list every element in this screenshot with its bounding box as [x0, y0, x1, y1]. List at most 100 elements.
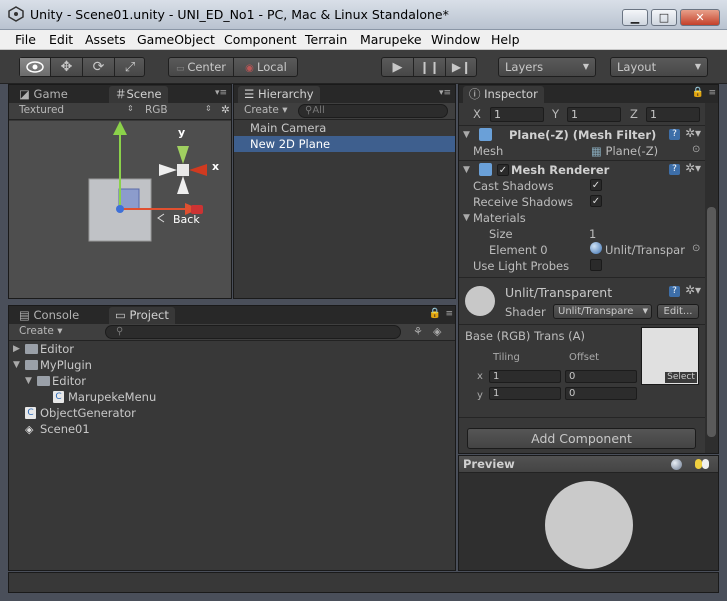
lock-icon[interactable]: 🔒 — [692, 87, 704, 98]
layout-dropdown[interactable]: Layout ▼ — [610, 57, 708, 77]
cast-shadows-checkbox[interactable]: ✓ — [590, 179, 602, 191]
sun-icon[interactable]: ✲ — [221, 104, 230, 116]
filter-label-icon[interactable]: ◈ — [433, 325, 441, 338]
mesh-icon: ▦ — [591, 144, 606, 158]
texture-slot[interactable]: Select — [641, 327, 699, 385]
menu-component[interactable]: Component — [224, 32, 297, 47]
list-item[interactable]: C ObjectGenerator — [9, 405, 309, 421]
scale-tool-button[interactable]: ⤢ — [115, 58, 145, 76]
orientation-gizmo-center[interactable] — [177, 164, 189, 176]
help-icon[interactable]: ? — [669, 286, 680, 297]
menu-edit[interactable]: Edit — [49, 32, 73, 47]
chevron-down-icon[interactable]: ▼ — [463, 213, 470, 223]
scrollbar-thumb[interactable] — [707, 207, 716, 437]
list-item[interactable]: C MarupekeMenu — [9, 389, 309, 405]
panel-menu-icon[interactable]: ▾≡ — [439, 88, 451, 98]
add-component-button[interactable]: Add Component — [467, 428, 696, 449]
hierarchy-item-selected[interactable]: New 2D Plane — [234, 136, 455, 152]
light-bulb-icon[interactable] — [702, 459, 709, 469]
pivot-center-button[interactable]: ▭ Center — [169, 58, 234, 76]
gear-icon[interactable]: ✲▾ — [685, 161, 701, 175]
panel-menu-icon[interactable]: ≡ — [708, 88, 716, 98]
tab-hierarchy[interactable]: ☰ Hierarchy — [238, 86, 320, 103]
gizmo-x-cone[interactable] — [189, 164, 207, 176]
scale-x-input[interactable]: 1 — [490, 107, 544, 122]
tiling-x-input[interactable]: 1 — [489, 370, 561, 383]
csharp-script-icon: C — [53, 391, 64, 403]
tab-game[interactable]: ◪ Game — [13, 86, 74, 103]
title-bar: Unity - Scene01.unity - UNI_ED_No1 - PC,… — [0, 0, 727, 30]
step-button[interactable]: ▶❙ — [446, 58, 477, 76]
list-item[interactable]: ◈ Scene01 — [9, 421, 309, 437]
panel-menu-icon[interactable]: ▾≡ — [215, 88, 227, 98]
chevron-down-icon[interactable]: ▼ — [463, 165, 470, 175]
menu-window[interactable]: Window — [431, 32, 480, 47]
play-button[interactable]: ▶ — [382, 58, 414, 76]
list-item[interactable]: ▶ Editor — [9, 341, 309, 357]
menu-help[interactable]: Help — [491, 32, 520, 47]
texture-select-button[interactable]: Select — [665, 372, 697, 383]
scale-z-input[interactable]: 1 — [646, 107, 700, 122]
inspector-scrollbar[interactable] — [705, 103, 718, 453]
menu-gameobject[interactable]: GameObject — [137, 32, 215, 47]
preview-viewport[interactable] — [459, 473, 718, 570]
maximize-button[interactable]: □ — [651, 9, 677, 26]
help-icon[interactable]: ? — [669, 129, 680, 140]
offset-y-input[interactable]: 0 — [565, 387, 637, 400]
offset-x-input[interactable]: 0 — [565, 370, 637, 383]
tab-project[interactable]: ▭ Project — [109, 307, 175, 324]
move-tool-button[interactable]: ✥ — [51, 58, 83, 76]
render-mode-dropdown[interactable]: Textured — [19, 104, 64, 116]
gear-icon[interactable]: ✲▾ — [685, 126, 701, 140]
preview-sphere-icon[interactable] — [671, 459, 682, 470]
pause-button[interactable]: ❙❙ — [414, 58, 446, 76]
gizmo-back-label[interactable]: Back — [173, 213, 200, 226]
help-icon[interactable]: ? — [669, 164, 680, 175]
scene-viewport[interactable]: y x Back — [9, 121, 231, 298]
tab-inspector[interactable]: ⓘ Inspector — [463, 86, 544, 103]
panel-menu-icon[interactable]: ≡ — [445, 309, 453, 319]
project-create-button[interactable]: Create ▾ — [19, 325, 63, 337]
menu-marupeke[interactable]: Marupeke — [360, 32, 422, 47]
shader-dropdown[interactable]: Unlit/Transpare ▼ — [553, 304, 652, 319]
chevron-down-icon[interactable]: ▼ — [463, 130, 470, 140]
channel-dropdown[interactable]: RGB — [145, 104, 168, 116]
project-search-input[interactable]: ⚲ — [105, 325, 401, 339]
shader-edit-button[interactable]: Edit... — [657, 304, 699, 319]
scale-y-input[interactable]: 1 — [567, 107, 621, 122]
gizmo-down-cone[interactable] — [177, 176, 189, 194]
gear-icon[interactable]: ✲▾ — [685, 283, 701, 297]
layers-dropdown[interactable]: Layers ▼ — [498, 57, 596, 77]
menu-assets[interactable]: Assets — [85, 32, 126, 47]
menu-terrain[interactable]: Terrain — [305, 32, 347, 47]
object-picker-icon[interactable]: ⊙ — [692, 243, 700, 254]
receive-shadows-checkbox[interactable]: ✓ — [590, 195, 602, 207]
mesh-renderer-enabled-checkbox[interactable]: ✓ — [497, 164, 509, 176]
light-probes-checkbox[interactable] — [590, 259, 602, 271]
tab-scene[interactable]: ＃Scene — [109, 86, 168, 103]
mesh-field[interactable]: ▦ Plane(-Z) — [591, 144, 658, 158]
minimize-button[interactable]: ▁ — [622, 9, 648, 26]
hierarchy-item[interactable]: Main Camera — [234, 120, 455, 136]
scene-panel: ◪ Game ＃Scene ▾≡ Textured ⇕ RGB ⇕ ✲ y x — [8, 84, 232, 299]
rotate-tool-button[interactable]: ⟳ — [83, 58, 115, 76]
hierarchy-create-button[interactable]: Create ▾ — [244, 104, 288, 116]
tab-console[interactable]: ▤ Console — [13, 307, 85, 324]
list-item[interactable]: ▼ Editor — [9, 373, 309, 389]
object-picker-icon[interactable]: ⊙ — [692, 144, 700, 155]
tiling-y-input[interactable]: 1 — [489, 387, 561, 400]
light-bulb-icon[interactable] — [695, 459, 702, 469]
gizmo-left-cone[interactable] — [159, 164, 177, 176]
hierarchy-search-input[interactable]: ⚲All — [298, 104, 448, 118]
element-value[interactable]: Unlit/Transpar — [605, 243, 685, 257]
close-button[interactable]: ✕ — [680, 9, 720, 26]
status-bar — [8, 572, 719, 593]
filter-type-icon[interactable]: ⚘ — [413, 325, 423, 338]
gizmo-y-cone[interactable] — [177, 146, 189, 164]
list-item[interactable]: ▼ MyPlugin — [9, 357, 309, 373]
lock-icon[interactable]: 🔒 — [429, 308, 441, 319]
size-value[interactable]: 1 — [589, 227, 596, 241]
view-tool-button[interactable] — [20, 58, 51, 76]
menu-file[interactable]: File — [15, 32, 36, 47]
pivot-local-button[interactable]: ◉ Local — [234, 58, 298, 76]
